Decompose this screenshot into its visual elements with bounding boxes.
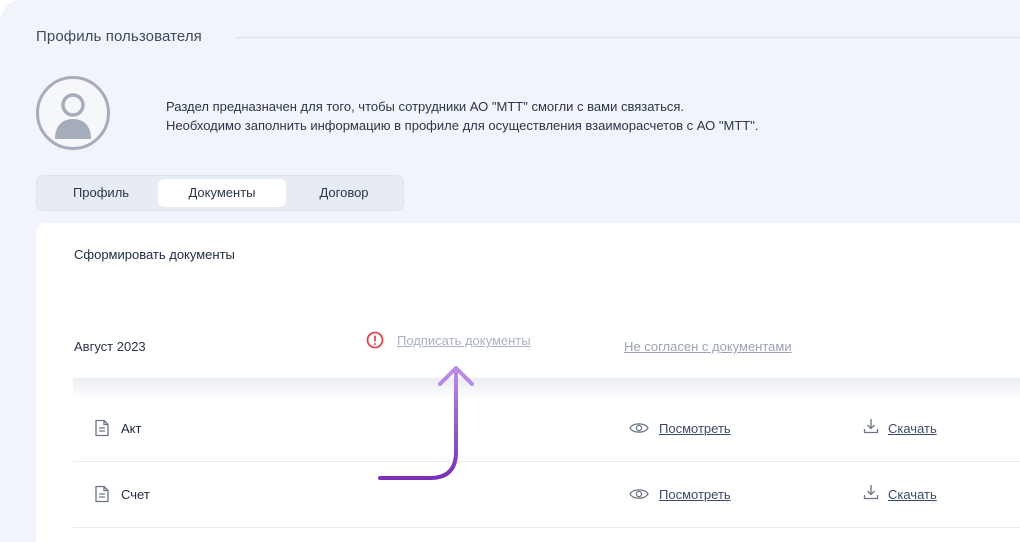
document-icon: [95, 419, 109, 437]
tab-contract[interactable]: Договор: [288, 179, 400, 207]
view-document-link[interactable]: Посмотреть: [659, 421, 731, 436]
pointer-arrow-icon: [378, 366, 474, 480]
profile-screen: Профиль пользователя Раздел предназначен…: [0, 0, 1020, 542]
intro-text: Раздел предназначен для того, чтобы сотр…: [166, 97, 758, 135]
view-document-link[interactable]: Посмотреть: [659, 487, 731, 502]
profile-tabs: Профиль Документы Договор: [36, 175, 404, 211]
download-icon[interactable]: [863, 418, 879, 434]
download-document-link[interactable]: Скачать: [888, 487, 937, 502]
documents-title: Сформировать документы: [74, 247, 235, 262]
document-name: Акт: [121, 421, 142, 436]
eye-icon[interactable]: [629, 421, 649, 435]
eye-icon[interactable]: [629, 487, 649, 501]
table-row: Акт Посмотреть Скачать: [73, 396, 1020, 462]
alert-circle-icon: [366, 331, 384, 349]
reject-documents-link[interactable]: Не согласен с документами: [624, 339, 792, 354]
sign-documents-link[interactable]: Подписать документы: [397, 333, 531, 348]
download-document-link[interactable]: Скачать: [888, 421, 937, 436]
documents-panel: Сформировать документы Август 2023 Подпи…: [36, 223, 1020, 542]
user-avatar-icon: [36, 76, 110, 150]
table-row: Счет Посмотреть Скачать: [73, 462, 1020, 528]
tab-profile[interactable]: Профиль: [45, 179, 157, 207]
intro-line-2: Необходимо заполнить информацию в профил…: [166, 118, 759, 133]
document-name: Счет: [121, 487, 150, 502]
title-divider: [236, 37, 1020, 38]
download-icon[interactable]: [863, 484, 879, 500]
intro-line-1: Раздел предназначен для того, чтобы сотр…: [166, 99, 685, 114]
documents-table: Акт Посмотреть Скачать Счет Посмотреть С…: [73, 378, 1020, 542]
document-icon: [95, 485, 109, 503]
period-label: Август 2023: [74, 339, 146, 354]
tab-documents[interactable]: Документы: [158, 179, 286, 207]
page-title: Профиль пользователя: [36, 28, 202, 45]
